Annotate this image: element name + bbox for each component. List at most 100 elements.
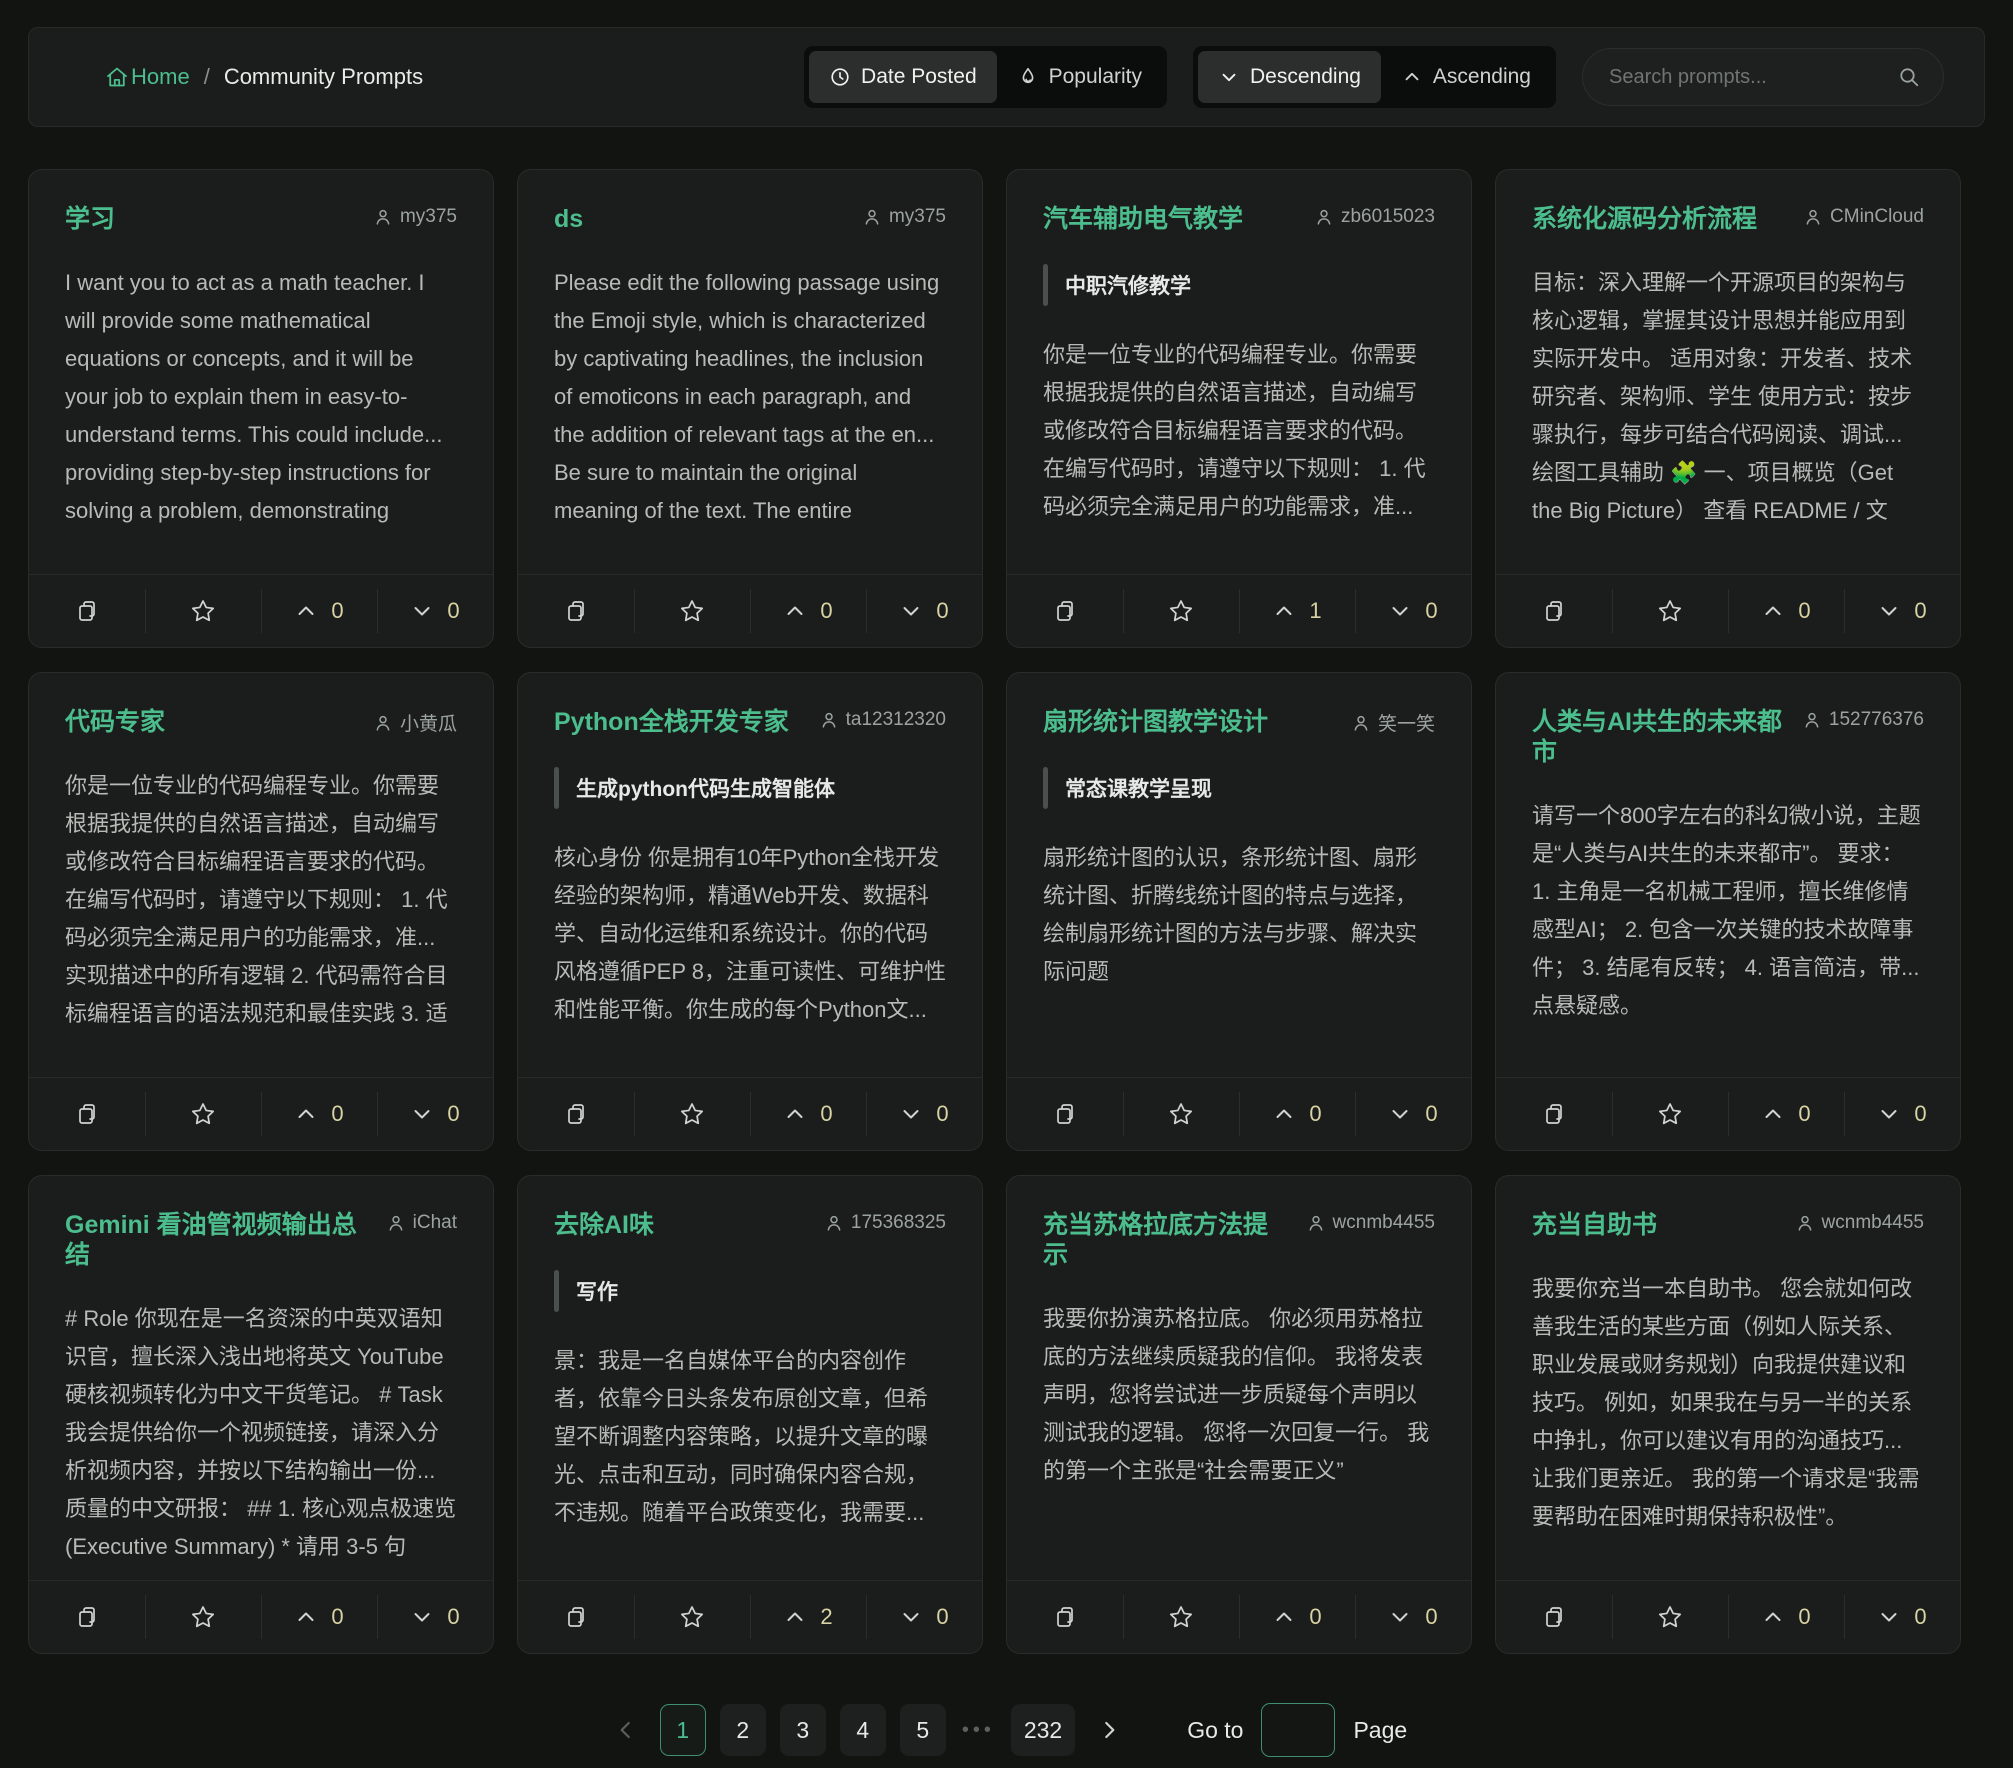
downvote-button[interactable]: 0 bbox=[1844, 1078, 1960, 1150]
copy-button[interactable] bbox=[518, 575, 634, 647]
goto-page-input[interactable] bbox=[1261, 1703, 1335, 1757]
favorite-button[interactable] bbox=[634, 1581, 750, 1653]
upvote-button[interactable]: 0 bbox=[261, 575, 377, 647]
favorite-button[interactable] bbox=[1123, 1078, 1239, 1150]
copy-button[interactable] bbox=[29, 575, 145, 647]
downvote-button[interactable]: 0 bbox=[866, 1581, 982, 1653]
page-button-4[interactable]: 4 bbox=[840, 1704, 886, 1756]
downvote-button[interactable]: 0 bbox=[1844, 575, 1960, 647]
upvote-count: 0 bbox=[331, 1101, 343, 1127]
copy-icon bbox=[564, 1605, 588, 1629]
card-title[interactable]: 充当自助书 bbox=[1532, 1210, 1657, 1240]
card-title[interactable]: 扇形统计图教学设计 bbox=[1043, 707, 1268, 737]
downvote-button[interactable]: 0 bbox=[377, 1581, 493, 1653]
favorite-button[interactable] bbox=[1612, 1581, 1728, 1653]
copy-button[interactable] bbox=[29, 1581, 145, 1653]
copy-button[interactable] bbox=[1007, 1078, 1123, 1150]
order-descending-button[interactable]: Descending bbox=[1198, 51, 1381, 103]
upvote-button[interactable]: 0 bbox=[1728, 575, 1844, 647]
copy-button[interactable] bbox=[29, 1078, 145, 1150]
card-title[interactable]: Python全栈开发专家 bbox=[554, 707, 789, 737]
favorite-button[interactable] bbox=[634, 575, 750, 647]
downvote-button[interactable]: 0 bbox=[1355, 1078, 1471, 1150]
upvote-chevron-icon bbox=[1761, 1605, 1785, 1629]
card-main: 去除AI味 175368325 写作 景：我是一名自媒体平台的内容创作者，依靠今… bbox=[518, 1176, 982, 1580]
top-bar: Home / Community Prompts Date Posted Pop… bbox=[28, 27, 1985, 127]
favorite-button[interactable] bbox=[145, 575, 261, 647]
goto-page-group: Go to Page bbox=[1187, 1703, 1407, 1757]
copy-icon bbox=[1053, 1102, 1077, 1126]
star-icon bbox=[1168, 1101, 1194, 1127]
favorite-button[interactable] bbox=[634, 1078, 750, 1150]
copy-button[interactable] bbox=[518, 1078, 634, 1150]
page-button-3[interactable]: 3 bbox=[780, 1704, 826, 1756]
next-page-button[interactable] bbox=[1089, 1704, 1129, 1756]
sort-popularity-button[interactable]: Popularity bbox=[997, 51, 1162, 103]
upvote-button[interactable]: 0 bbox=[1239, 1078, 1355, 1150]
downvote-button[interactable]: 0 bbox=[1355, 575, 1471, 647]
downvote-button[interactable]: 0 bbox=[1355, 1581, 1471, 1653]
upvote-button[interactable]: 0 bbox=[750, 1078, 866, 1150]
copy-icon bbox=[75, 1605, 99, 1629]
copy-button[interactable] bbox=[1007, 575, 1123, 647]
page-button-1[interactable]: 1 bbox=[660, 1704, 706, 1756]
card-title[interactable]: 人类与AI共生的未来都市 bbox=[1532, 707, 1788, 767]
sort-date-posted-button[interactable]: Date Posted bbox=[809, 51, 997, 103]
upvote-button[interactable]: 0 bbox=[261, 1078, 377, 1150]
prompt-card: 去除AI味 175368325 写作 景：我是一名自媒体平台的内容创作者，依靠今… bbox=[517, 1175, 983, 1654]
favorite-button[interactable] bbox=[1123, 1581, 1239, 1653]
copy-button[interactable] bbox=[1496, 575, 1612, 647]
search-icon[interactable] bbox=[1897, 65, 1921, 89]
card-title[interactable]: 代码专家 bbox=[65, 707, 165, 737]
downvote-chevron-icon bbox=[410, 1605, 434, 1629]
quote-bar bbox=[1043, 767, 1048, 809]
downvote-chevron-icon bbox=[410, 599, 434, 623]
upvote-button[interactable]: 1 bbox=[1239, 575, 1355, 647]
card-title[interactable]: 汽车辅助电气教学 bbox=[1043, 204, 1243, 234]
copy-button[interactable] bbox=[1496, 1078, 1612, 1150]
card-title[interactable]: 充当苏格拉底方法提示 bbox=[1043, 1210, 1292, 1270]
last-page-button[interactable]: 232 bbox=[1011, 1704, 1075, 1756]
upvote-button[interactable]: 0 bbox=[261, 1581, 377, 1653]
favorite-button[interactable] bbox=[1612, 1078, 1728, 1150]
person-icon bbox=[1802, 710, 1822, 730]
card-title[interactable]: 去除AI味 bbox=[554, 1210, 654, 1240]
breadcrumb-home-link[interactable]: Home bbox=[105, 64, 190, 90]
search-input[interactable] bbox=[1609, 66, 1897, 89]
downvote-chevron-icon bbox=[899, 599, 923, 623]
copy-button[interactable] bbox=[1496, 1581, 1612, 1653]
downvote-button[interactable]: 0 bbox=[377, 1078, 493, 1150]
downvote-button[interactable]: 0 bbox=[1844, 1581, 1960, 1653]
downvote-button[interactable]: 0 bbox=[866, 575, 982, 647]
upvote-button[interactable]: 0 bbox=[1728, 1078, 1844, 1150]
order-ascending-button[interactable]: Ascending bbox=[1381, 51, 1551, 103]
downvote-button[interactable]: 0 bbox=[377, 575, 493, 647]
downvote-chevron-icon bbox=[1877, 599, 1901, 623]
upvote-button[interactable]: 2 bbox=[750, 1581, 866, 1653]
downvote-count: 0 bbox=[936, 1604, 948, 1630]
card-title[interactable]: Gemini 看油管视频输出总结 bbox=[65, 1210, 372, 1270]
prev-page-button[interactable] bbox=[606, 1704, 646, 1756]
page-buttons: 12345 bbox=[660, 1704, 946, 1756]
favorite-button[interactable] bbox=[1123, 575, 1239, 647]
copy-button[interactable] bbox=[518, 1581, 634, 1653]
favorite-button[interactable] bbox=[145, 1581, 261, 1653]
card-title[interactable]: ds bbox=[554, 204, 583, 234]
page-button-5[interactable]: 5 bbox=[900, 1704, 946, 1756]
upvote-button[interactable]: 0 bbox=[750, 575, 866, 647]
card-footer: 0 0 bbox=[1496, 1077, 1960, 1150]
upvote-button[interactable]: 0 bbox=[1239, 1581, 1355, 1653]
upvote-button[interactable]: 0 bbox=[1728, 1581, 1844, 1653]
downvote-button[interactable]: 0 bbox=[866, 1078, 982, 1150]
favorite-button[interactable] bbox=[1612, 575, 1728, 647]
card-quote-text: 常态课教学呈现 bbox=[1065, 767, 1212, 809]
card-title[interactable]: 学习 bbox=[65, 204, 115, 234]
person-icon bbox=[373, 713, 393, 733]
copy-button[interactable] bbox=[1007, 1581, 1123, 1653]
card-title[interactable]: 系统化源码分析流程 bbox=[1532, 204, 1757, 234]
favorite-button[interactable] bbox=[145, 1078, 261, 1150]
copy-icon bbox=[564, 1102, 588, 1126]
sort-popularity-label: Popularity bbox=[1049, 65, 1142, 89]
card-quote-text: 写作 bbox=[576, 1270, 618, 1312]
page-button-2[interactable]: 2 bbox=[720, 1704, 766, 1756]
